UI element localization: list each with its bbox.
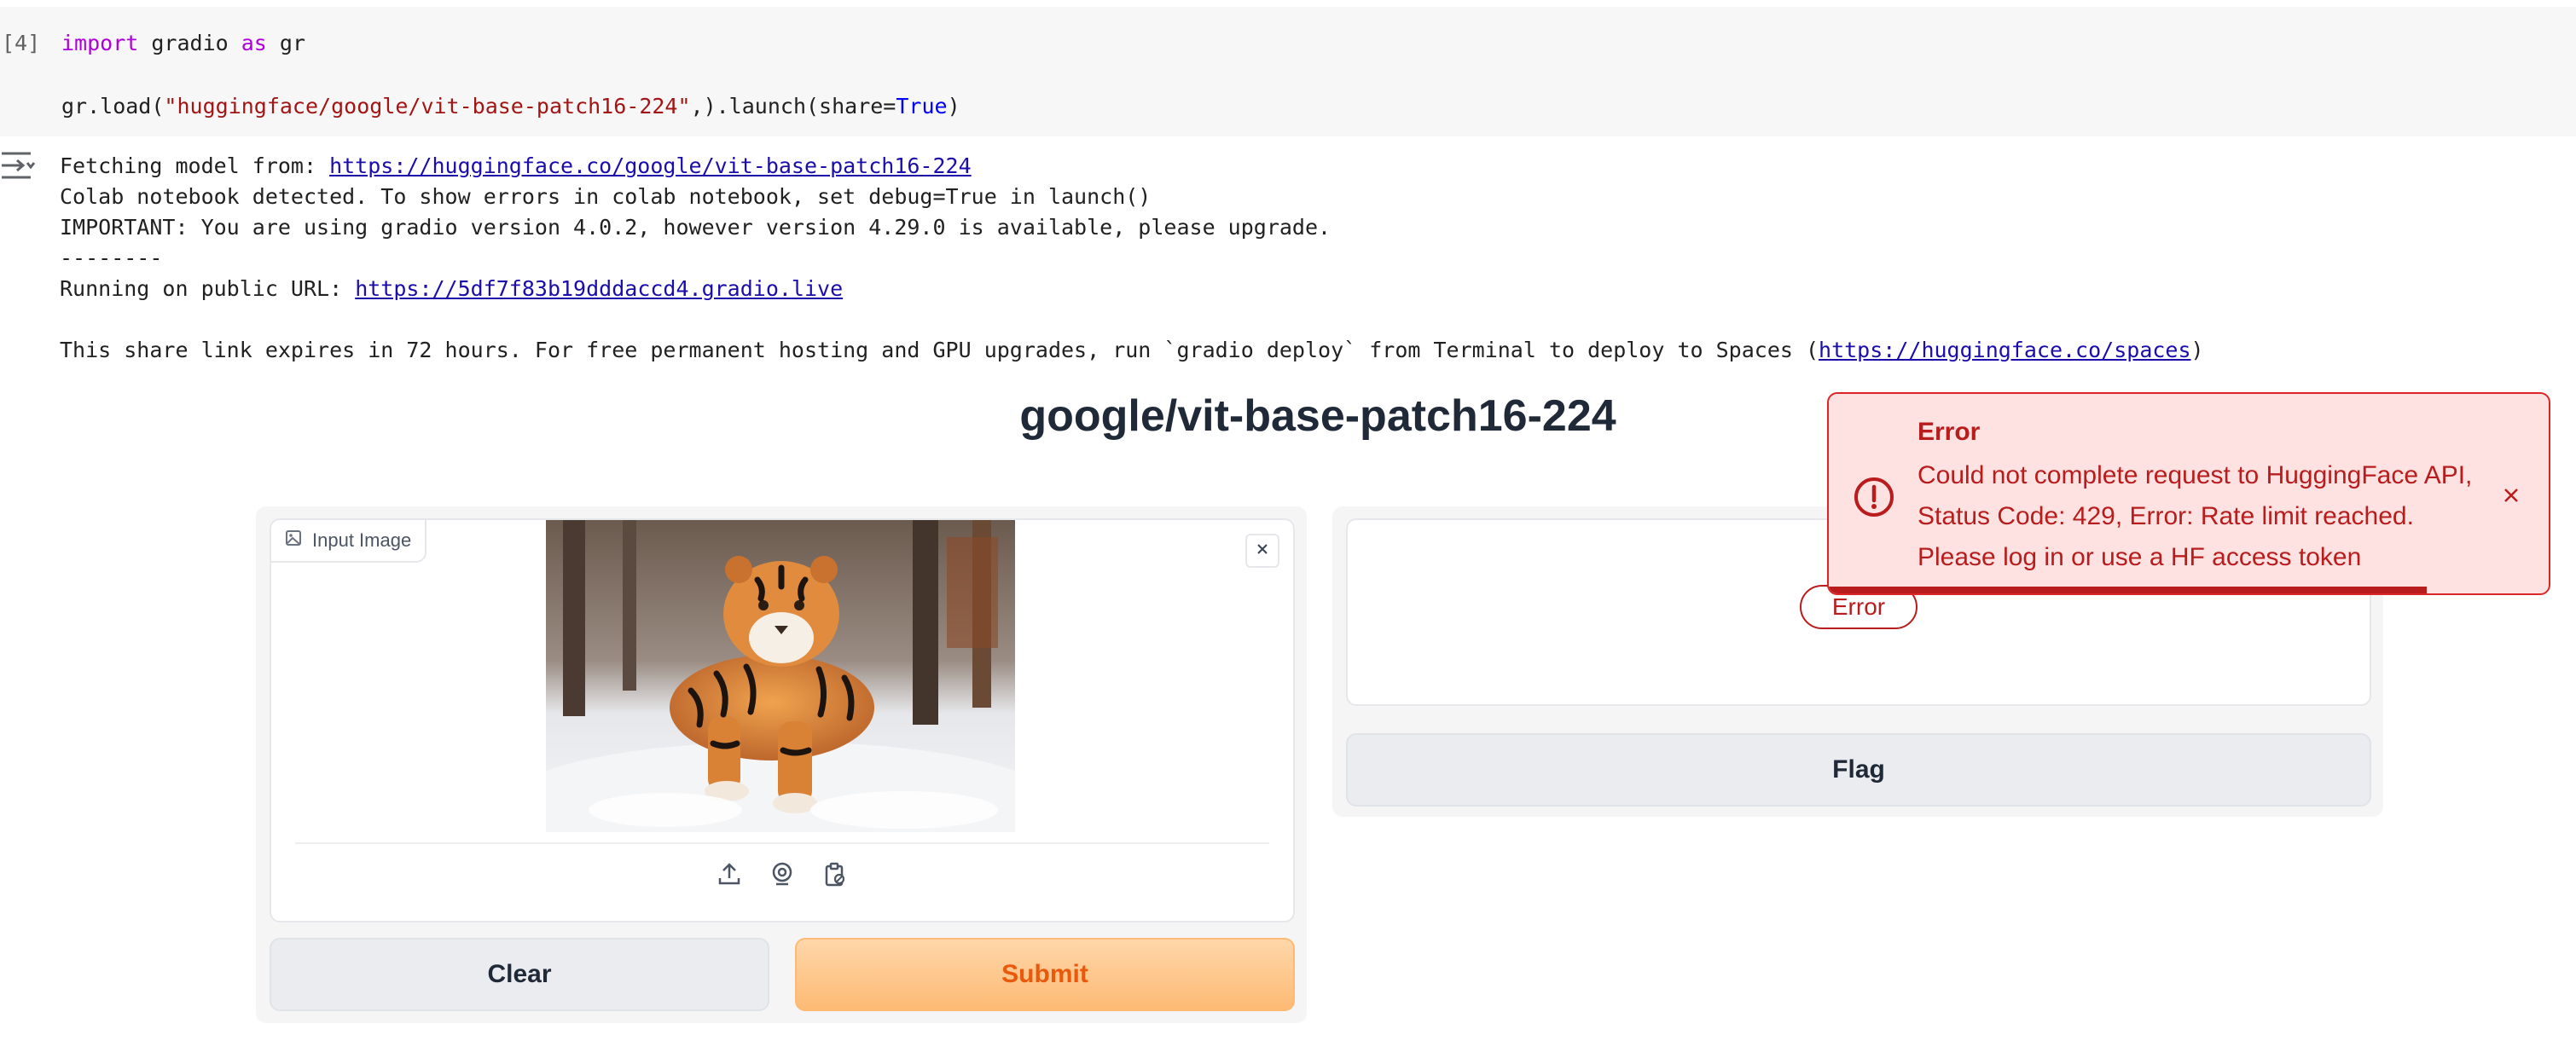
code-middle: ,).launch(share= [690,94,896,119]
input-image-label: Input Image [271,520,427,563]
upload-button[interactable] [714,860,745,891]
keyword-as: as [241,31,267,55]
execution-count: [4] [2,31,41,55]
remove-image-button[interactable] [1245,534,1279,568]
code-cell[interactable]: [4] import gradio as gr gr.load("hugging… [0,7,2576,136]
submit-button[interactable]: Submit [795,938,1295,1011]
toast-message: Could not complete request to HuggingFac… [1917,461,2473,571]
fetching-text: Fetching model from: [60,153,330,178]
code-line-2[interactable]: gr.load("huggingface/google/vit-base-pat… [61,94,960,119]
public-url-link[interactable]: https://5df7f83b19dddaccd4.gradio.live [355,276,843,301]
share-text: This share link expires in 72 hours. For… [60,338,1819,362]
toast-close-button[interactable] [2498,483,2525,510]
toast-timer-bar [1829,587,2427,593]
input-image-label-text: Input Image [312,529,412,551]
input-panel: Input Image Clear Submit [256,506,1307,1023]
share-suffix: ) [2190,338,2204,362]
webcam-button[interactable] [767,860,798,891]
code-string-arg: "huggingface/google/vit-base-patch16-224… [164,94,691,119]
output-important-notice: IMPORTANT: You are using gradio version … [60,215,1332,240]
code-suffix: ) [947,94,960,119]
error-toast: Error Could not complete request to Hugg… [1827,392,2550,595]
toast-title: Error [1917,418,1981,446]
keyword-import: import [61,31,139,55]
output-share-line: This share link expires in 72 hours. For… [60,338,2204,362]
image-icon [285,529,302,552]
close-icon [1256,542,1269,559]
output-colab-notice: Colab notebook detected. To show errors … [60,184,1152,209]
image-source-toolbar [295,842,1269,907]
tiger-image [546,520,1015,832]
code-line-1[interactable]: import gradio as gr [61,31,305,55]
output-separator: -------- [60,246,163,270]
output-fetching-line: Fetching model from: https://huggingface… [60,153,972,178]
upload-icon [717,861,742,890]
running-text: Running on public URL: [60,276,356,301]
flag-button[interactable]: Flag [1346,733,2371,807]
fetching-link[interactable]: https://huggingface.co/google/vit-base-p… [329,153,972,178]
output-running-line: Running on public URL: https://5df7f83b1… [60,276,843,301]
spaces-link[interactable]: https://huggingface.co/spaces [1819,338,2191,362]
module-name: gradio [151,31,229,55]
alert-circle-icon [1853,476,1895,518]
image-input[interactable]: Input Image [270,518,1295,922]
clear-button[interactable]: Clear [270,938,769,1011]
close-icon [2502,482,2521,512]
module-alias: gr [279,31,306,55]
code-bool: True [896,94,948,119]
output-collapse-icon[interactable] [0,150,38,181]
webcam-icon [769,861,795,890]
clipboard-button[interactable] [820,860,850,891]
clipboard-icon [822,861,848,890]
code-prefix: gr.load( [61,94,165,119]
